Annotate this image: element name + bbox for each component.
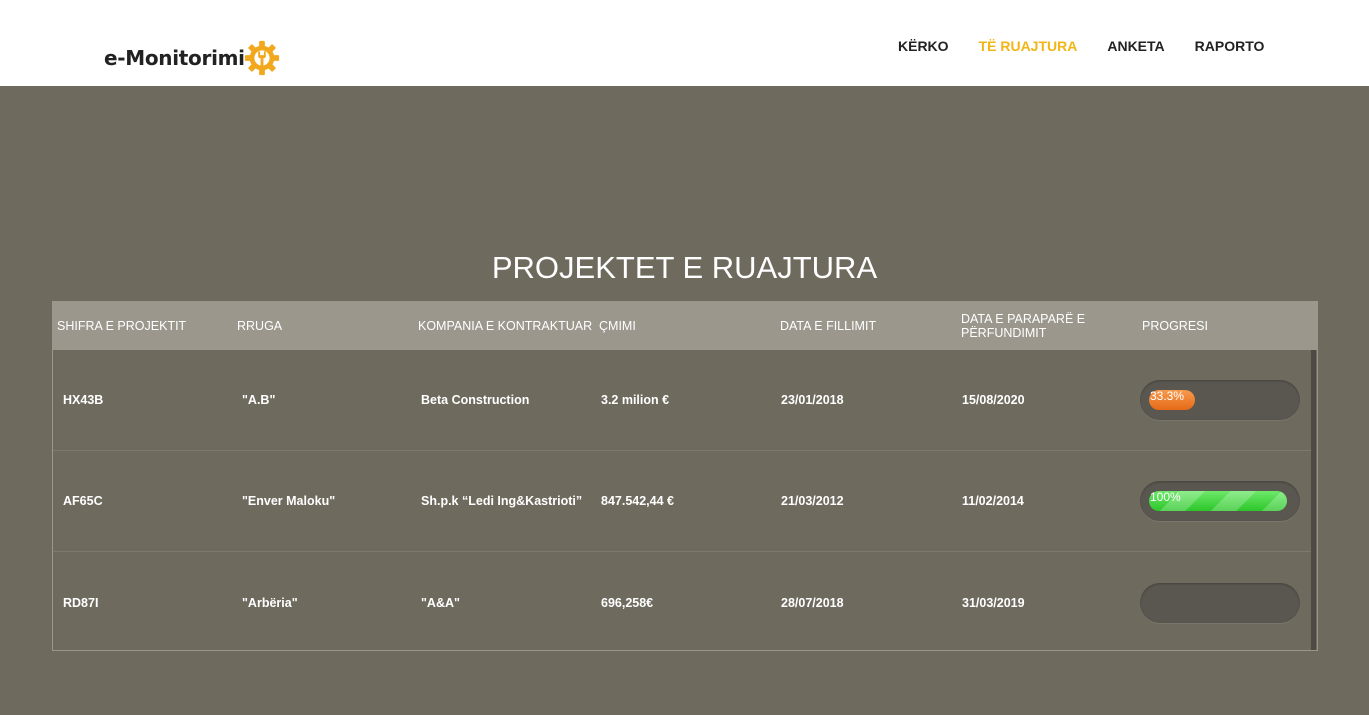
cell-company: Beta Construction (421, 393, 530, 407)
progress-bar: 33.3% (1140, 380, 1300, 420)
progress-bar: 100% (1140, 481, 1300, 521)
nav-anketa[interactable]: ANKETA (1107, 38, 1164, 54)
page-title: PROJEKTET E RUAJTURA (491, 250, 878, 285)
cell-end-date: 15/08/2020 (962, 393, 1025, 407)
table-body: HX43B "A.B" Beta Construction 3.2 milion… (53, 350, 1311, 653)
column-header-end-date: DATA E PARAPARË E PËRFUNDIMIT (961, 312, 1086, 340)
progress-label: 100% (1150, 490, 1181, 504)
cell-code: RD87I (63, 595, 99, 610)
cell-start-date: 28/07/2018 (781, 595, 844, 610)
cell-code: HX43B (63, 393, 104, 407)
cell-progress: 33.3% (1135, 380, 1300, 420)
column-header-code: SHIFRA E PROJEKTIT (57, 319, 187, 333)
progress-label: 33.3% (1150, 389, 1185, 403)
table-header: SHIFRA E PROJEKTIT RRUGA KOMPANIA E KONT… (53, 302, 1317, 350)
logo[interactable]: e-Monitorimi (104, 38, 281, 78)
cell-street: "Enver Maloku" (242, 494, 336, 508)
main-nav: KËRKO TË RUAJTURA ANKETA RAPORTO (898, 38, 1294, 54)
cell-company: Sh.p.k “Ledi Ing&Kastrioti” (421, 494, 583, 508)
cell-end-date: 11/02/2014 (962, 494, 1024, 508)
cell-start-date: 23/01/2018 (781, 393, 844, 407)
nav-raporto[interactable]: RAPORTO (1195, 38, 1265, 54)
cell-price: 847.542,44 € (601, 494, 674, 508)
cell-code: AF65C (63, 494, 103, 508)
saved-projects-table: SHIFRA E PROJEKTIT RRUGA KOMPANIA E KONT… (52, 301, 1318, 651)
progress-bar (1140, 582, 1300, 623)
cell-street: "Arbëria" (242, 595, 298, 610)
gear-wrench-icon (244, 40, 279, 76)
table-row[interactable]: HX43B "A.B" Beta Construction 3.2 milion… (53, 350, 1311, 451)
cell-street: "A.B" (242, 393, 276, 407)
cell-progress: 100% (1135, 481, 1300, 521)
column-header-progress: PROGRESI (1142, 319, 1208, 333)
column-header-start-date: DATA E FILLIMIT (780, 319, 877, 333)
cell-company: "A&A" (421, 595, 460, 610)
cell-price: 696,258€ (601, 595, 654, 610)
table-scrollbar[interactable] (1311, 350, 1316, 650)
cell-end-date: 31/03/2019 (962, 595, 1025, 610)
table-row[interactable]: AF65C "Enver Maloku" Sh.p.k “Ledi Ing&Ka… (53, 451, 1311, 552)
cell-start-date: 21/03/2012 (781, 494, 844, 508)
column-header-company: KOMPANIA E KONTRAKTUAR (418, 319, 593, 333)
column-header-street: RRUGA (237, 319, 283, 333)
cell-progress (1135, 582, 1300, 623)
table-row[interactable]: RD87I "Arbëria" "A&A" 696,258€ 28/07/201… (53, 552, 1311, 653)
column-header-price: ÇMIMI (599, 319, 636, 333)
top-navbar: e-Monitorimi KËRKO TË RUAJTURA ANKETA RA… (0, 0, 1369, 86)
nav-kerko[interactable]: KËRKO (898, 38, 949, 54)
nav-te-ruajtura[interactable]: TË RUAJTURA (979, 38, 1078, 54)
logo-text: e-Monitorimi (104, 46, 245, 70)
cell-price: 3.2 milion € (601, 393, 670, 407)
